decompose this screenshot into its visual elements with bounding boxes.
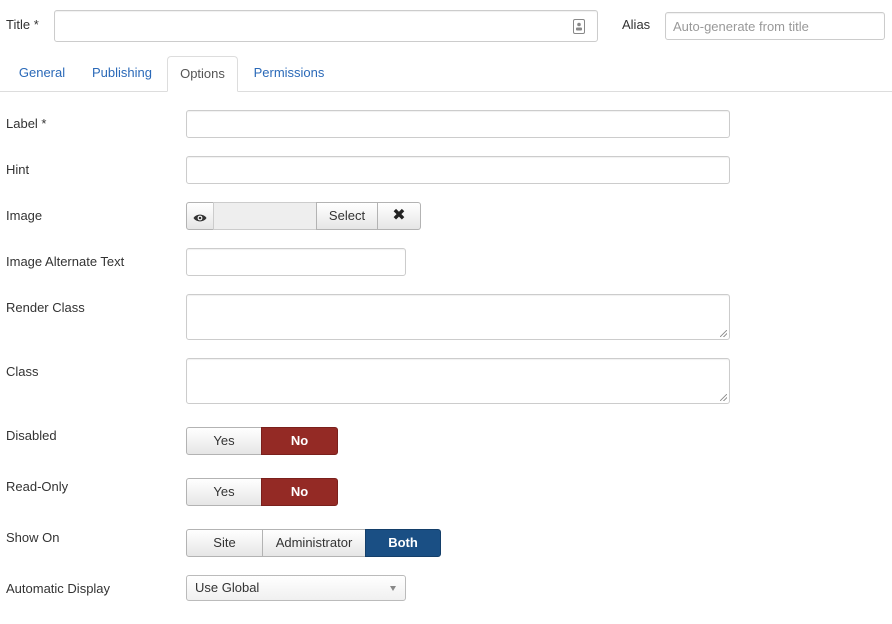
image-alt-input[interactable] [186, 248, 406, 276]
tab-bar: General Publishing Options Permissions [0, 56, 892, 92]
image-clear-button[interactable]: ✖ [377, 202, 421, 230]
read-only-yes-button[interactable]: Yes [186, 478, 262, 506]
class-textarea[interactable] [186, 358, 730, 404]
close-icon: ✖ [392, 207, 406, 224]
alias-label: Alias [622, 17, 651, 32]
show-on-administrator-button[interactable]: Administrator [262, 529, 366, 557]
tab-general[interactable]: General [9, 56, 75, 92]
show-on-both-button[interactable]: Both [365, 529, 441, 557]
hint-label: Hint [6, 162, 30, 177]
image-label: Image [6, 208, 43, 223]
title-input[interactable] [54, 10, 598, 42]
image-path-input[interactable] [213, 202, 317, 230]
disabled-no-button[interactable]: No [261, 427, 338, 455]
disabled-yes-button[interactable]: Yes [186, 427, 262, 455]
automatic-display-label: Automatic Display [6, 581, 111, 596]
image-select-button[interactable]: Select [316, 202, 378, 230]
tab-permissions[interactable]: Permissions [245, 56, 333, 92]
disabled-label: Disabled [6, 428, 57, 443]
resize-grip-icon[interactable] [720, 330, 727, 337]
label-field-label: Label * [6, 116, 47, 131]
show-on-site-button[interactable]: Site [186, 529, 263, 557]
contact-card-icon [573, 19, 585, 37]
show-on-label: Show On [6, 530, 60, 545]
hint-input[interactable] [186, 156, 730, 184]
chevron-down-icon [390, 586, 396, 591]
read-only-no-button[interactable]: No [261, 478, 338, 506]
class-label: Class [6, 364, 39, 379]
tab-options[interactable]: Options [167, 56, 238, 92]
image-alt-label: Image Alternate Text [6, 254, 125, 269]
alias-input[interactable] [665, 12, 885, 40]
tab-publishing[interactable]: Publishing [84, 56, 160, 92]
render-class-textarea[interactable] [186, 294, 730, 340]
eye-icon [193, 211, 207, 226]
automatic-display-select[interactable]: Use Global [186, 575, 406, 601]
image-preview-button[interactable] [186, 202, 214, 230]
read-only-label: Read-Only [6, 479, 69, 494]
render-class-label: Render Class [6, 300, 85, 315]
resize-grip-icon[interactable] [720, 394, 727, 401]
automatic-display-value: Use Global [195, 580, 260, 595]
title-label: Title * [6, 17, 39, 32]
label-input[interactable] [186, 110, 730, 138]
